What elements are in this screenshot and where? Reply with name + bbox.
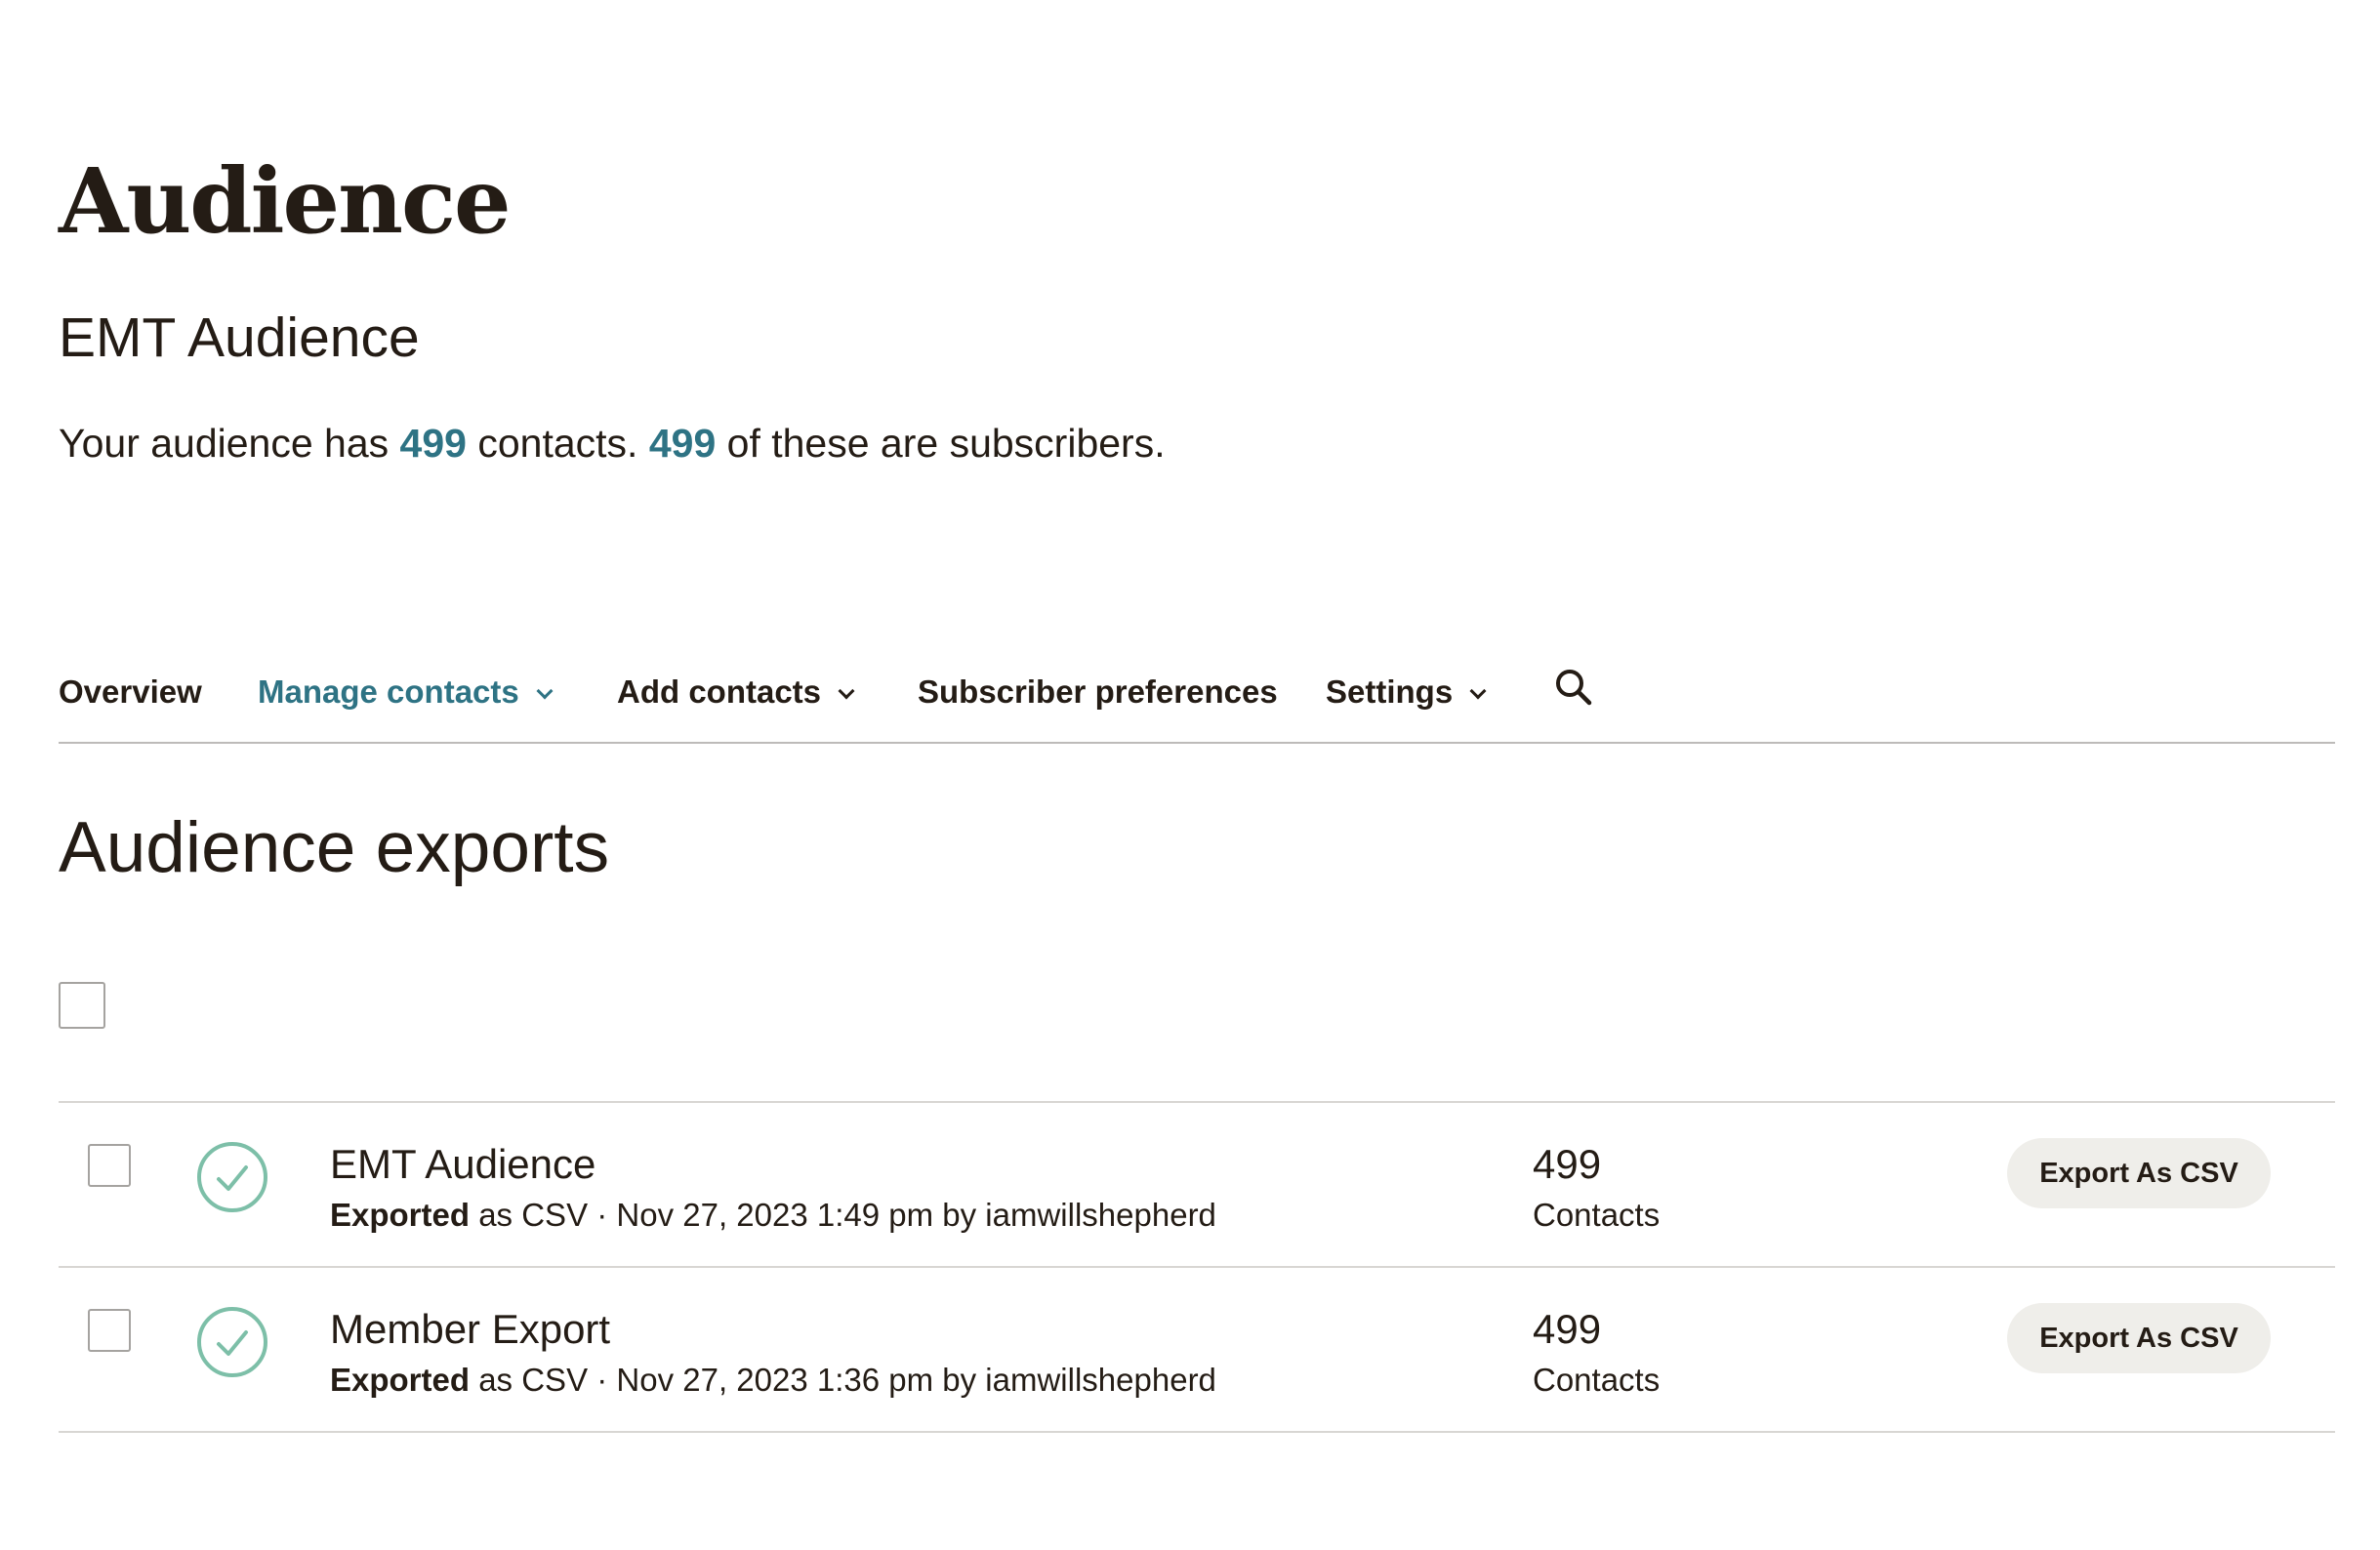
export-details-text: as CSV · Nov 27, 2023 1:36 pm by iamwill… <box>470 1362 1216 1398</box>
export-count-label: Contacts <box>1533 1362 1661 1398</box>
exports-list: EMT Audience Exported as CSV · Nov 27, 2… <box>59 1101 2335 1433</box>
tab-add-contacts-label: Add contacts <box>617 673 822 710</box>
audience-summary: Your audience has 499 contacts. 499 of t… <box>59 424 1166 464</box>
export-status: Exported <box>330 1197 471 1233</box>
export-as-csv-button[interactable]: Export As CSV <box>2007 1138 2271 1208</box>
tab-settings-label: Settings <box>1326 673 1454 710</box>
export-details: Exported as CSV · Nov 27, 2023 1:36 pm b… <box>330 1364 1216 1396</box>
contacts-count: 499 <box>399 421 467 466</box>
export-name: EMT Audience <box>330 1141 596 1187</box>
subscribers-count: 499 <box>648 421 717 466</box>
tab-settings[interactable]: Settings <box>1326 673 1487 710</box>
audience-nav-tabs: Overview Manage contacts Add contacts Su… <box>59 664 2335 744</box>
search-button[interactable] <box>1552 666 1595 709</box>
select-all-checkbox[interactable] <box>59 982 105 1029</box>
search-icon <box>1556 670 1592 706</box>
export-details: Exported as CSV · Nov 27, 2023 1:49 pm b… <box>330 1199 1216 1231</box>
export-status: Exported <box>330 1362 471 1398</box>
chevron-down-icon <box>838 682 855 700</box>
chevron-down-icon <box>536 682 554 700</box>
tab-subscriber-preferences[interactable]: Subscriber preferences <box>918 675 1278 708</box>
summary-suffix: of these are subscribers. <box>716 421 1166 466</box>
tab-overview-label: Overview <box>59 673 202 710</box>
row-checkbox[interactable] <box>88 1309 131 1352</box>
tab-subscriber-preferences-label: Subscriber preferences <box>918 673 1278 710</box>
export-row: EMT Audience Exported as CSV · Nov 27, 2… <box>59 1103 2335 1268</box>
export-as-csv-button[interactable]: Export As CSV <box>2007 1303 2271 1373</box>
export-count-label: Contacts <box>1533 1197 1661 1233</box>
tab-manage-contacts-label: Manage contacts <box>258 673 519 710</box>
export-count: 499 <box>1533 1141 1602 1187</box>
audience-name: EMT Audience <box>59 306 420 369</box>
summary-prefix: Your audience has <box>59 421 400 466</box>
tab-add-contacts[interactable]: Add contacts <box>617 673 855 710</box>
page-title: Audience <box>59 148 512 254</box>
tab-manage-contacts[interactable]: Manage contacts <box>258 673 554 710</box>
chevron-down-icon <box>1469 682 1487 700</box>
export-count: 499 <box>1533 1306 1602 1352</box>
check-circle-icon <box>197 1142 267 1212</box>
export-name: Member Export <box>330 1306 611 1352</box>
check-circle-icon <box>197 1307 267 1377</box>
export-row: Member Export Exported as CSV · Nov 27, … <box>59 1268 2335 1433</box>
tab-overview[interactable]: Overview <box>59 675 202 708</box>
summary-middle: contacts. <box>466 421 649 466</box>
export-details-text: as CSV · Nov 27, 2023 1:49 pm by iamwill… <box>470 1197 1216 1233</box>
row-checkbox[interactable] <box>88 1144 131 1187</box>
section-title: Audience exports <box>59 808 610 887</box>
